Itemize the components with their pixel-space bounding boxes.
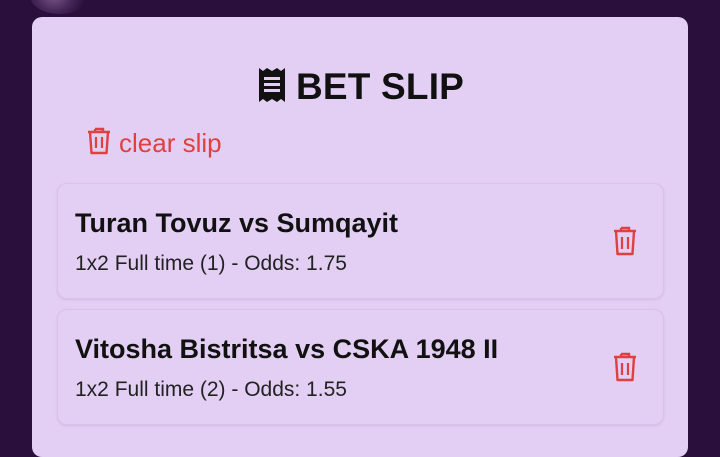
bet-match: Vitosha Bistritsa vs CSKA 1948 II [75,334,499,364]
trash-icon [614,352,636,382]
remove-bet-button[interactable] [606,220,644,262]
avatar [30,0,90,14]
bet-slip-header: BET SLIP [32,61,688,113]
trash-icon [86,126,119,161]
remove-bet-button[interactable] [606,346,644,388]
bet-item: Turan Tovuz vs Sumqayit 1x2 Full time (1… [57,183,664,299]
clear-slip-label: clear slip [119,127,222,158]
bet-details: 1x2 Full time (2) - Odds: 1.55 [75,378,347,401]
bet-slip-panel: BET SLIP clear slip Turan Tovuz vs Sumqa… [32,17,688,457]
bet-details: 1x2 Full time (1) - Odds: 1.75 [75,252,347,275]
bet-slip-title: BET SLIP [295,66,465,107]
receipt-icon [256,66,296,109]
bet-match: Turan Tovuz vs Sumqayit [75,208,399,238]
clear-slip-button[interactable]: clear slip [86,121,222,165]
trash-icon [614,226,636,256]
bet-item: Vitosha Bistritsa vs CSKA 1948 II 1x2 Fu… [57,309,664,425]
